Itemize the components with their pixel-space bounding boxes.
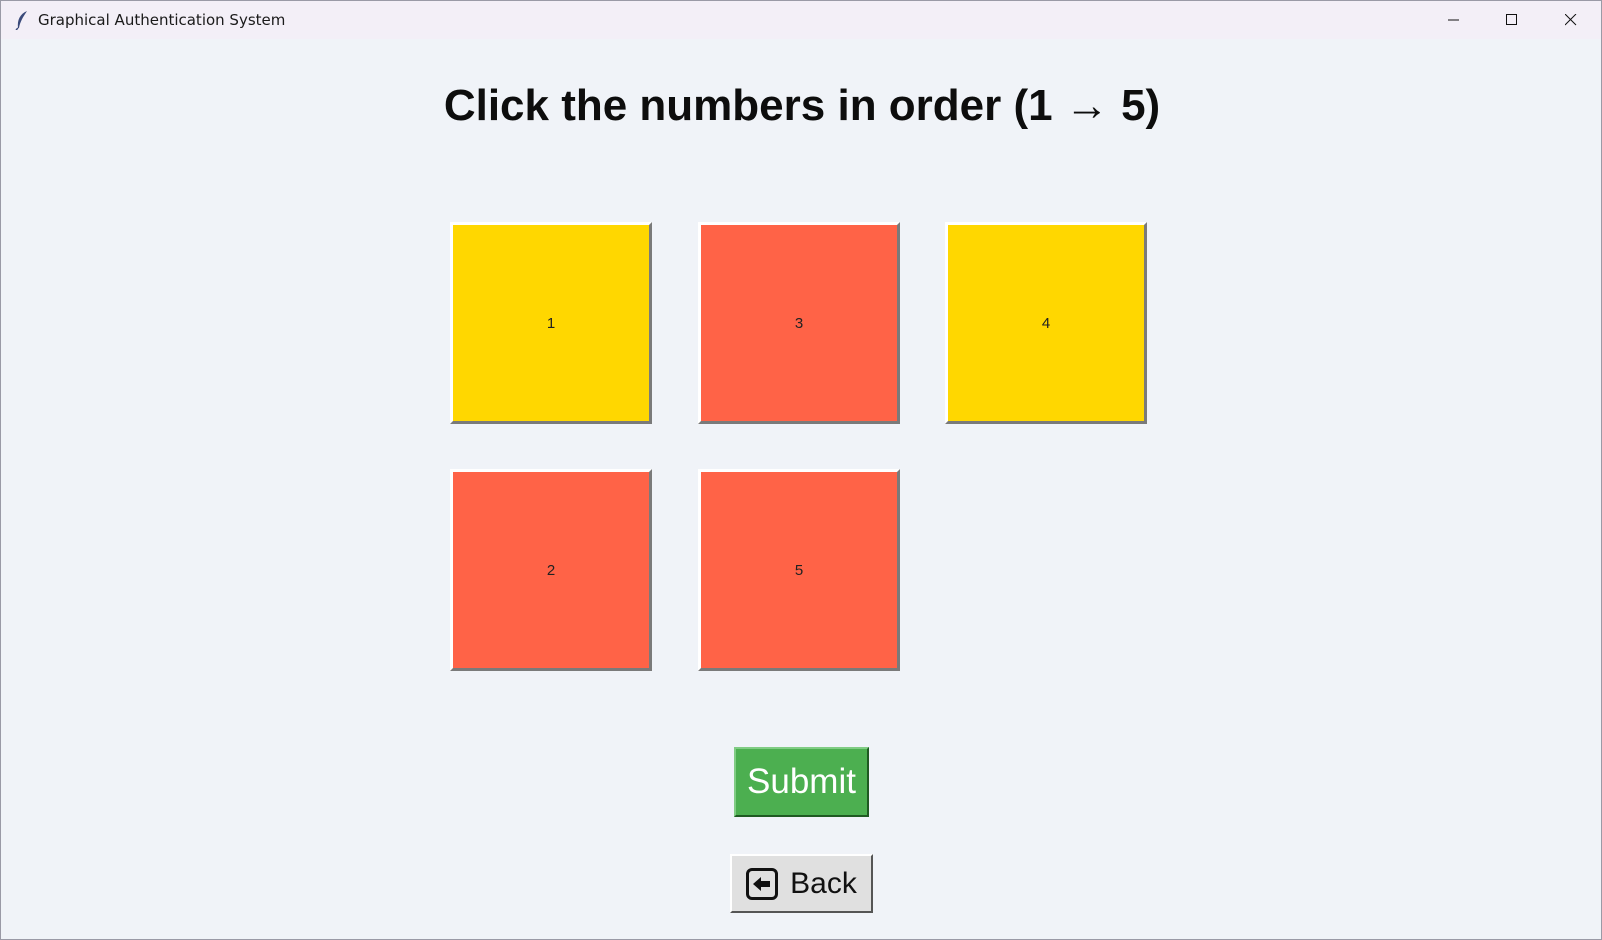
feather-icon [15,11,27,30]
maximize-button[interactable] [1483,1,1541,39]
minimize-icon [1448,19,1459,21]
back-button-label: Back [790,866,857,900]
number-tile-1[interactable]: 1 [450,222,652,424]
window-title: Graphical Authentication System [38,11,286,29]
maximize-icon [1506,14,1517,25]
number-tile-2[interactable]: 2 [450,469,652,671]
left-arrow-icon [746,867,779,900]
title-bar[interactable]: Graphical Authentication System [1,1,1601,39]
number-tile-3[interactable]: 3 [698,222,900,424]
back-button[interactable]: Back [730,854,873,913]
close-icon [1565,14,1577,26]
minimize-button[interactable] [1425,1,1483,39]
app-window: Graphical Authentication System Click th… [0,0,1602,940]
page-heading: Click the numbers in order (1 → 5) [443,81,1161,130]
number-tile-4[interactable]: 4 [945,222,1147,424]
submit-button[interactable]: Submit [734,747,869,817]
close-button[interactable] [1542,1,1600,39]
number-tile-5[interactable]: 5 [698,469,900,671]
